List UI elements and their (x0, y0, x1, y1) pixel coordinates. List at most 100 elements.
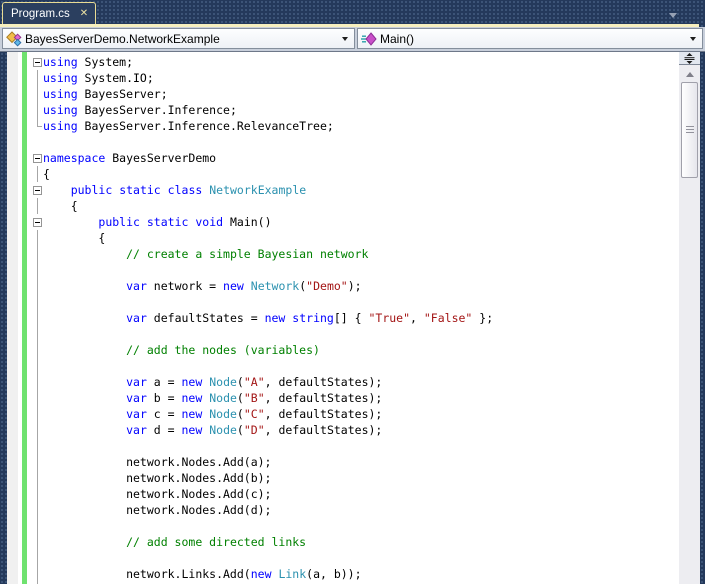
code-line: using System; (0, 54, 679, 70)
outline-line (37, 86, 38, 102)
collapse-toggle-icon[interactable] (33, 154, 42, 163)
code-line: var c = new Node("C", defaultStates); (0, 406, 679, 422)
code-line-text: var b = new Node("B", defaultStates); (126, 391, 383, 405)
code-line-text: network.Nodes.Add(d); (43, 503, 272, 517)
scrollbar-thumb[interactable] (681, 82, 698, 178)
code-line: using BayesServer; (0, 86, 679, 102)
outline-line (37, 262, 38, 278)
code-line-text: using System; (43, 55, 134, 69)
outline-line (37, 326, 38, 342)
code-line-text: var d = new Node("D", defaultStates); (126, 423, 383, 437)
class-icon (6, 30, 22, 47)
code-editor[interactable]: using System; using System.IO; using Bayes… (0, 52, 705, 584)
outline-line (37, 438, 38, 454)
code-line-text: // add the nodes (variables) (126, 343, 320, 357)
code-line (0, 262, 679, 278)
code-line-text: network.Nodes.Add(b); (43, 471, 272, 485)
code-line (0, 134, 679, 150)
outline-line (37, 230, 38, 246)
vertical-scrollbar[interactable] (679, 52, 700, 584)
code-line-text: var a = new Node("A", defaultStates); (126, 375, 383, 389)
chevron-down-icon[interactable] (690, 37, 696, 41)
method-icon (361, 31, 377, 46)
outline-line (37, 470, 38, 486)
close-icon[interactable]: ✕ (80, 8, 88, 19)
code-line-text: using BayesServer; (43, 87, 168, 101)
code-line: // create a simple Bayesian network (0, 246, 679, 262)
collapse-toggle-icon[interactable] (33, 58, 42, 67)
outline-line (37, 534, 38, 550)
outline-end (37, 118, 42, 127)
outline-line (37, 374, 38, 390)
code-line-text: var network = new Network("Demo"); (126, 279, 362, 293)
outline-line (37, 278, 38, 294)
type-dropdown[interactable]: BayesServerDemo.NetworkExample (2, 28, 355, 49)
code-line-text: public static void Main() (98, 215, 272, 229)
outline-line (37, 454, 38, 470)
outline-line (37, 422, 38, 438)
code-line-text: // add some directed links (126, 535, 307, 549)
outline-line (37, 518, 38, 534)
code-line: network.Nodes.Add(c); (0, 486, 679, 502)
code-line: // add the nodes (variables) (0, 342, 679, 358)
code-line-text: using BayesServer.Inference.RelevanceTre… (43, 119, 334, 133)
code-line: namespace BayesServerDemo (0, 150, 679, 166)
vs-document-window: Program.cs ✕ BayesServerDemo.NetworkExam… (0, 0, 705, 584)
code-line: var b = new Node("B", defaultStates); (0, 390, 679, 406)
code-line-text: // create a simple Bayesian network (126, 247, 369, 261)
collapse-toggle-icon[interactable] (33, 218, 42, 227)
code-line (0, 326, 679, 342)
outline-line (37, 102, 38, 118)
outline-line (37, 246, 38, 262)
code-line: // add some directed links (0, 534, 679, 550)
tab-strip: Program.cs ✕ (0, 0, 705, 24)
splitter-button[interactable] (679, 52, 700, 65)
code-line: { (0, 166, 679, 182)
code-line-text: { (43, 231, 106, 245)
outline-line (37, 406, 38, 422)
code-line-text: public static class NetworkExample (70, 183, 307, 197)
collapse-toggle-icon[interactable] (33, 186, 42, 195)
scrollbar-thumb-grip (685, 126, 694, 134)
code-line: var a = new Node("A", defaultStates); (0, 374, 679, 390)
code-line-text: network.Nodes.Add(c); (43, 487, 272, 501)
tab-program-cs[interactable]: Program.cs ✕ (2, 2, 97, 24)
type-dropdown-value: BayesServerDemo.NetworkExample (25, 31, 220, 46)
code-line-text: network.Links.Add(new Link(a, b)); (43, 567, 362, 581)
code-line: public static class NetworkExample (0, 182, 679, 198)
outline-line (37, 550, 38, 566)
outline-line (37, 342, 38, 358)
code-lines: using System; using System.IO; using Bayes… (0, 52, 679, 584)
outline-line (37, 198, 38, 214)
code-line: var d = new Node("D", defaultStates); (0, 422, 679, 438)
navigation-bar: BayesServerDemo.NetworkExample Main() (0, 27, 705, 52)
outline-line (37, 502, 38, 518)
code-line-text: var defaultStates = new string[] { "True… (126, 311, 494, 325)
code-line: var defaultStates = new string[] { "True… (0, 310, 679, 326)
code-line-text: using BayesServer.Inference; (43, 103, 237, 117)
outline-line (37, 390, 38, 406)
outline-line (37, 70, 38, 86)
chevron-down-icon[interactable] (342, 37, 348, 41)
outline-line (37, 166, 38, 182)
member-dropdown[interactable]: Main() (357, 28, 703, 49)
member-dropdown-value: Main() (380, 31, 415, 46)
scroll-up-arrow-icon[interactable] (686, 72, 694, 77)
code-line-text: { (43, 199, 78, 213)
code-line (0, 358, 679, 374)
window-right-border (700, 52, 705, 584)
indicator-margin (7, 52, 18, 584)
code-line: using BayesServer.Inference.RelevanceTre… (0, 118, 679, 134)
code-line-text: using System.IO; (43, 71, 154, 85)
tab-overflow-chevron-down-icon[interactable] (669, 13, 677, 18)
outline-line (37, 486, 38, 502)
change-tracking-bar (22, 52, 27, 584)
outline-line (37, 358, 38, 374)
code-line (0, 550, 679, 566)
outline-line (37, 294, 38, 310)
code-line-text: network.Nodes.Add(a); (43, 455, 272, 469)
outline-line (37, 310, 38, 326)
window-left-border (0, 52, 7, 584)
code-line (0, 294, 679, 310)
code-line: var network = new Network("Demo"); (0, 278, 679, 294)
